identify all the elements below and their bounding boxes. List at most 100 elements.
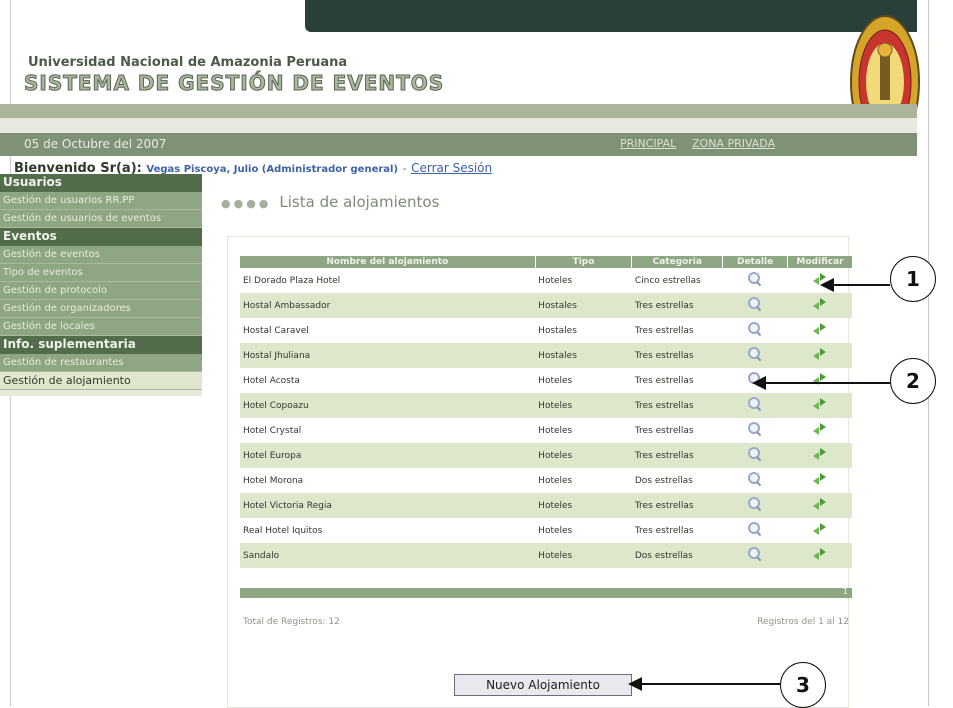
green-arrows-icon[interactable]: [812, 523, 827, 535]
sidebar-item-usuarios-eventos[interactable]: Gestión de usuarios de eventos: [0, 210, 202, 228]
system-name: SISTEMA DE GESTIÓN DE EVENTOS: [23, 71, 445, 96]
magnifier-icon[interactable]: [748, 422, 762, 436]
table-row: Hotel Europa Hoteles Tres estrellas: [240, 443, 852, 468]
table-row: Hotel Morona Hoteles Dos estrellas: [240, 468, 852, 493]
page-title-text: Lista de alojamientos: [279, 193, 440, 211]
green-arrows-icon[interactable]: [812, 423, 827, 435]
callout-3-arrowhead: [628, 677, 642, 691]
magnifier-icon[interactable]: [748, 297, 762, 311]
column-header-modificar: Modificar: [787, 256, 852, 268]
green-arrows-icon[interactable]: [812, 548, 827, 560]
title-dots-icon: ●●●●: [221, 197, 272, 210]
sidebar-section-usuarios: Usuarios: [0, 174, 202, 192]
cell-categoria: Cinco estrellas: [634, 275, 701, 286]
cell-modificar: [787, 343, 852, 368]
green-arrows-icon[interactable]: [812, 348, 827, 360]
cell-name: El Dorado Plaza Hotel: [243, 275, 341, 286]
cell-detalle: [722, 393, 788, 418]
column-header-detalle: Detalle: [722, 256, 789, 268]
cell-tipo: Hoteles: [538, 275, 573, 286]
cell-modificar: [788, 468, 852, 493]
sidebar-item-locales[interactable]: Gestión de locales: [0, 318, 202, 336]
cell-name: Hotel Crystal: [243, 425, 302, 436]
cell-name: Hostal Caravel: [243, 325, 309, 336]
cell-modificar: [788, 418, 852, 443]
cell-categoria: Tres estrellas: [631, 293, 723, 318]
callout-2-arrowhead: [752, 376, 766, 390]
cell-modificar: [788, 318, 852, 343]
green-arrows-icon[interactable]: [812, 448, 827, 460]
magnifier-icon[interactable]: [748, 397, 762, 411]
table-row: Hotel Crystal Hoteles Tres estrellas: [240, 418, 852, 443]
sidebar-item-gestion-eventos[interactable]: Gestión de eventos: [0, 246, 202, 264]
green-arrows-icon[interactable]: [812, 298, 827, 310]
current-date: 05 de Octubre del 2007: [24, 137, 167, 151]
cell-detalle: [722, 343, 788, 368]
cell-name: Hotel Acosta: [243, 375, 300, 386]
cell-tipo: Hoteles: [535, 493, 632, 518]
sidebar-item-restaurantes[interactable]: Gestión de restaurantes: [0, 354, 202, 372]
sidebar-item-alojamiento[interactable]: Gestión de alojamiento: [0, 372, 202, 390]
cell-tipo: Hoteles: [538, 425, 573, 436]
column-header-nombre: Nombre del alojamiento: [240, 256, 536, 268]
sidebar-section-eventos: Eventos: [0, 228, 202, 246]
magnifier-icon[interactable]: [748, 447, 762, 461]
table-row: Hotel Copoazu Hoteles Tres estrellas: [240, 393, 852, 418]
cell-categoria: Tres estrellas: [634, 375, 694, 386]
table-row: Hotel Victoria Regia Hoteles Tres estrella…: [240, 493, 852, 518]
cell-modificar: [787, 443, 852, 468]
table-row: Hostal Ambassador Hostales Tres estrellas: [240, 293, 852, 318]
table-row: El Dorado Plaza Hotel Hoteles Cinco estrel…: [240, 268, 852, 293]
cell-categoria: Tres estrellas: [634, 325, 694, 336]
cell-detalle: [722, 443, 788, 468]
magnifier-icon[interactable]: [748, 347, 762, 361]
cell-name: Hotel Morona: [243, 475, 304, 486]
total-records: Total de Registros: 12: [243, 617, 340, 627]
university-name: Universidad Nacional de Amazonia Peruana: [28, 55, 348, 70]
cell-detalle: [723, 268, 788, 293]
cell-modificar: [787, 543, 852, 568]
welcome-separator: -: [402, 162, 407, 175]
cell-tipo: Hoteles: [535, 443, 632, 468]
magnifier-icon[interactable]: [748, 272, 762, 286]
callout-1-arrowhead: [820, 278, 834, 292]
magnifier-icon[interactable]: [748, 547, 762, 561]
cell-tipo: Hostales: [535, 293, 632, 318]
cell-tipo: Hoteles: [538, 525, 573, 536]
sidebar-bottom: [0, 390, 202, 396]
sidebar-item-protocolo[interactable]: Gestión de protocolo: [0, 282, 202, 300]
callout-1: 1: [890, 256, 936, 302]
cell-modificar: [788, 368, 852, 393]
page-number-link[interactable]: 1: [843, 587, 848, 596]
cell-modificar: [788, 518, 852, 543]
cell-name: Hostal Ambassador: [240, 293, 536, 318]
cell-name: Hotel Europa: [240, 443, 536, 468]
cell-modificar: [787, 293, 852, 318]
column-header-categoria: Categoria: [631, 256, 724, 268]
magnifier-icon[interactable]: [748, 522, 762, 536]
column-header-tipo: Tipo: [535, 256, 633, 268]
magnifier-icon[interactable]: [748, 472, 762, 486]
page-title: ●●●● Lista de alojamientos: [221, 193, 439, 211]
logout-link[interactable]: Cerrar Sesión: [411, 161, 492, 175]
cell-name: Hotel Copoazu: [240, 393, 536, 418]
sidebar-item-usuarios-rrpp[interactable]: Gestión de usuarios RR.PP: [0, 192, 202, 210]
magnifier-icon[interactable]: [748, 497, 762, 511]
cell-categoria: Tres estrellas: [631, 393, 723, 418]
cell-name: Hostal Jhuliana: [240, 343, 536, 368]
link-principal[interactable]: PRINCIPAL: [620, 137, 676, 150]
sidebar-item-organizadores[interactable]: Gestión de organizadores: [0, 300, 202, 318]
green-arrows-icon[interactable]: [812, 473, 827, 485]
green-arrows-icon[interactable]: [812, 398, 827, 410]
cell-detalle: [722, 543, 788, 568]
cell-detalle: [723, 518, 788, 543]
green-arrows-icon[interactable]: [812, 498, 827, 510]
cell-categoria: Dos estrellas: [631, 543, 723, 568]
sidebar-item-tipo-eventos[interactable]: Tipo de eventos: [0, 264, 202, 282]
magnifier-icon[interactable]: [748, 322, 762, 336]
green-arrows-icon[interactable]: [812, 323, 827, 335]
top-dark-bar: [305, 0, 917, 32]
link-zona-privada[interactable]: ZONA PRIVADA: [692, 137, 775, 150]
cell-detalle: [723, 418, 788, 443]
new-accommodation-button[interactable]: Nuevo Alojamiento: [454, 674, 632, 696]
